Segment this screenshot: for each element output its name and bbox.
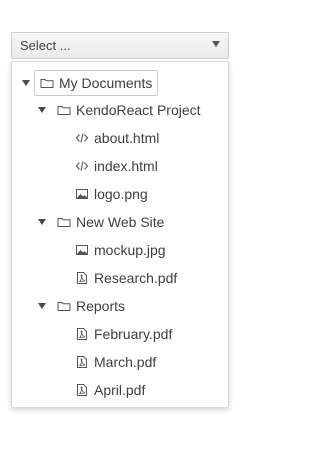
code-icon: [75, 159, 89, 173]
image-icon: [75, 187, 89, 201]
tree-node-folder[interactable]: New Web Site: [57, 208, 164, 236]
tree-node-label: March.pdf: [94, 354, 157, 370]
tree-node-label: April.pdf: [94, 382, 146, 398]
tree-node-file[interactable]: February.pdf: [75, 320, 172, 348]
tree-node-label: February.pdf: [94, 326, 173, 342]
tree-node-label: mockup.jpg: [94, 242, 166, 258]
image-icon: [75, 243, 89, 257]
tree-node-file[interactable]: April.pdf: [75, 376, 145, 404]
pdf-icon: [75, 355, 89, 369]
tree-node-label: My Documents: [59, 75, 153, 91]
tree-popup: My Documents KendoReact Project about.ht…: [11, 61, 229, 408]
dropdown-tree-select[interactable]: Select ...: [11, 32, 229, 59]
pdf-icon: [75, 271, 89, 285]
folder-icon: [40, 76, 54, 90]
tree-node-file[interactable]: about.html: [75, 124, 159, 152]
tree-node-label: logo.png: [94, 186, 148, 202]
tree-node-file[interactable]: index.html: [75, 152, 158, 180]
tree-node-file[interactable]: Research.pdf: [75, 264, 177, 292]
tree-node-folder[interactable]: KendoReact Project: [57, 96, 201, 124]
caret-down-icon[interactable]: [212, 41, 220, 47]
expand-toggle-reports[interactable]: [38, 303, 46, 309]
tree-node-label: New Web Site: [76, 214, 165, 230]
tree-node-label: index.html: [94, 158, 158, 174]
expand-toggle-root[interactable]: [22, 80, 30, 86]
tree-node-label: KendoReact Project: [76, 102, 201, 118]
select-placeholder: Select ...: [20, 38, 71, 53]
expand-toggle-new-web-site[interactable]: [38, 219, 46, 225]
tree-node-file[interactable]: logo.png: [75, 180, 148, 208]
tree-node-label: Research.pdf: [94, 270, 178, 286]
folder-icon: [57, 299, 71, 313]
tree-node-file[interactable]: March.pdf: [75, 348, 156, 376]
tree-node-label: Reports: [76, 298, 126, 314]
folder-icon: [57, 215, 71, 229]
tree-node-label: about.html: [94, 130, 160, 146]
pdf-icon: [75, 327, 89, 341]
tree-node-file[interactable]: mockup.jpg: [75, 236, 166, 264]
folder-icon: [57, 103, 71, 117]
tree-node-folder[interactable]: Reports: [57, 292, 125, 320]
code-icon: [75, 131, 89, 145]
expand-toggle-kendoreact[interactable]: [38, 107, 46, 113]
pdf-icon: [75, 383, 89, 397]
tree-node-root[interactable]: My Documents: [34, 69, 159, 97]
